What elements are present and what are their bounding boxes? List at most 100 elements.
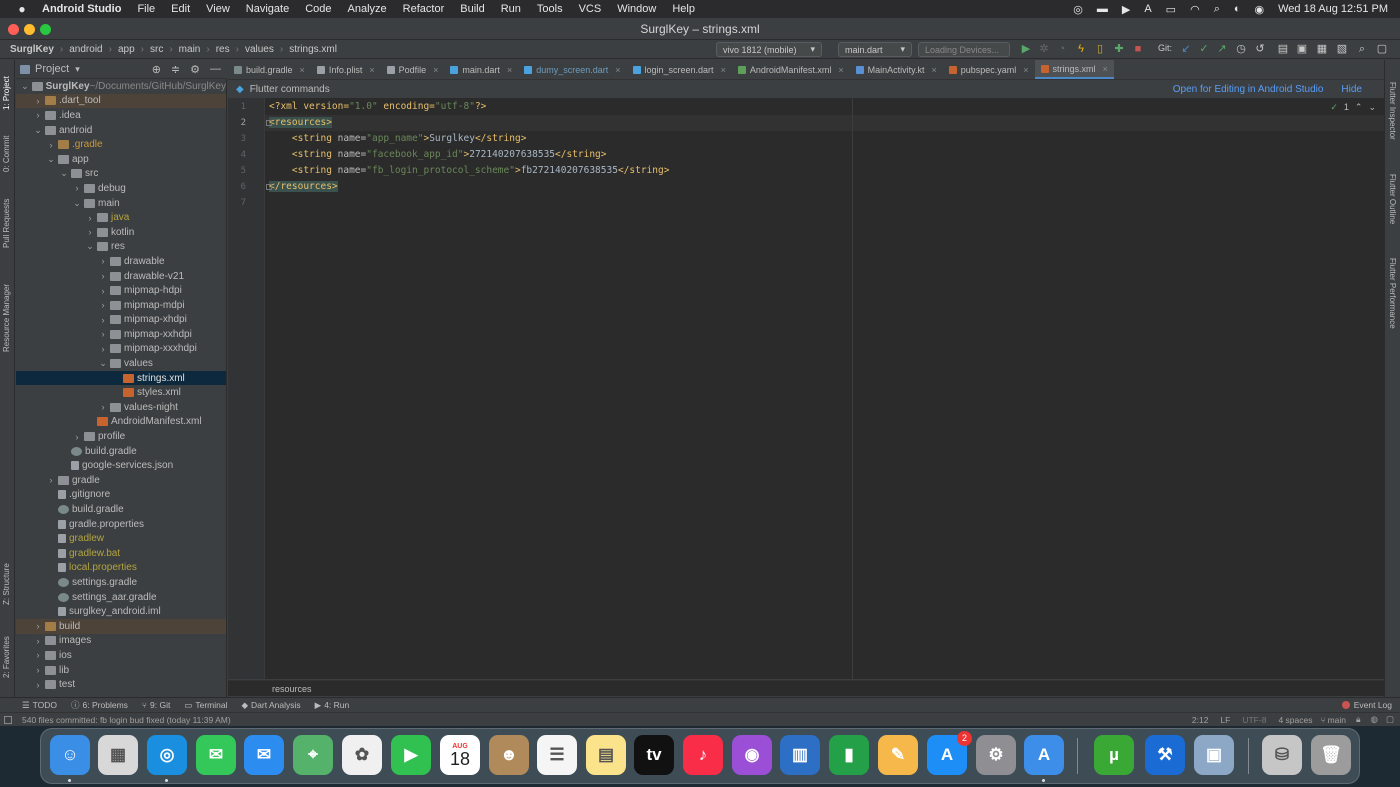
- close-tab-icon[interactable]: ×: [433, 65, 438, 75]
- dock-finder-icon[interactable]: ☺: [50, 735, 90, 775]
- close-tab-icon[interactable]: ×: [838, 65, 843, 75]
- close-tab-icon[interactable]: ×: [721, 65, 726, 75]
- dock-podcasts-icon[interactable]: ◉: [732, 735, 772, 775]
- avd-manager-icon[interactable]: ▦: [1316, 43, 1328, 55]
- editor-tab[interactable]: MainActivity.kt ×: [850, 60, 943, 79]
- editor-tab[interactable]: strings.xml ×: [1034, 60, 1114, 79]
- flutter-inspector-tool-button[interactable]: Flutter Inspector: [1388, 82, 1397, 140]
- tool-window-run[interactable]: ▶ 4: Run: [315, 700, 350, 711]
- tree-item[interactable]: settings_aar.gradle: [16, 590, 226, 605]
- tree-item[interactable]: strings.xml: [16, 370, 226, 386]
- profile-icon[interactable]: ◔: [1056, 43, 1068, 55]
- tool-window-problems[interactable]: ⓘ 6: Problems: [71, 699, 128, 711]
- dock-messages-icon[interactable]: ✉: [196, 735, 236, 775]
- tree-item[interactable]: › build: [16, 618, 226, 634]
- resource-manager-tool-button[interactable]: Resource Manager: [2, 284, 11, 352]
- dock-music-icon[interactable]: ♪: [683, 735, 723, 775]
- fold-icon[interactable]: [266, 120, 272, 126]
- tree-item[interactable]: › mipmap-hdpi: [16, 283, 226, 298]
- line-separator[interactable]: LF: [1220, 715, 1230, 725]
- tree-item[interactable]: build.gradle: [16, 502, 226, 517]
- menu-help[interactable]: Help: [672, 3, 695, 15]
- breadcrumb-item[interactable]: android: [65, 44, 106, 55]
- dock-facetime-icon[interactable]: ▶: [391, 735, 431, 775]
- settings-icon[interactable]: ▢: [1376, 43, 1388, 55]
- tree-item[interactable]: › test: [16, 677, 226, 692]
- menu-window[interactable]: Window: [617, 3, 656, 15]
- tree-item[interactable]: › .idea: [16, 108, 226, 123]
- wifi-icon[interactable]: ◠: [1190, 3, 1200, 16]
- tree-item[interactable]: › lib: [16, 663, 226, 678]
- run-config-selector[interactable]: main.dart ▾: [838, 42, 912, 57]
- hot-reload-icon[interactable]: ϟ: [1075, 43, 1087, 55]
- tool-window-git[interactable]: ⑂ 9: Git: [142, 700, 170, 710]
- devices-status[interactable]: Loading Devices...: [918, 42, 1010, 57]
- spotlight-icon[interactable]: ⌕: [1214, 3, 1220, 16]
- file-encoding[interactable]: UTF-8: [1242, 715, 1266, 725]
- structure-tool-button[interactable]: Z: Structure: [2, 563, 11, 605]
- notification-icon[interactable]: ▬: [1097, 3, 1108, 15]
- apple-icon[interactable]: ●: [14, 2, 30, 16]
- dock-trash-icon[interactable]: 🗑︎: [1311, 735, 1351, 775]
- hide-panel-icon[interactable]: —: [210, 63, 221, 75]
- editor-tab[interactable]: Podfile ×: [381, 60, 445, 79]
- menu-run[interactable]: Run: [501, 3, 521, 15]
- tree-item[interactable]: › mipmap-xhdpi: [16, 313, 226, 328]
- control-center-icon[interactable]: ◐: [1234, 3, 1241, 15]
- clock[interactable]: Wed 18 Aug 12:51 PM: [1278, 3, 1388, 15]
- menu-analyze[interactable]: Analyze: [348, 3, 387, 15]
- tool-window-terminal[interactable]: ▭ Terminal: [184, 700, 227, 711]
- breadcrumb-item[interactable]: app: [114, 44, 139, 55]
- breadcrumb-item[interactable]: res: [212, 44, 234, 55]
- tree-item[interactable]: styles.xml: [16, 385, 226, 400]
- dock-notes-icon[interactable]: ▤: [586, 735, 626, 775]
- menu-navigate[interactable]: Navigate: [246, 3, 289, 15]
- tree-item[interactable]: ⌄ SurglKey ~/Documents/GitHub/SurglKey: [16, 79, 226, 94]
- breadcrumb-item[interactable]: main: [175, 44, 205, 55]
- gear-icon[interactable]: ⚙: [190, 63, 200, 76]
- dock-numbers-icon[interactable]: ▮: [829, 735, 869, 775]
- close-tab-icon[interactable]: ×: [1103, 64, 1108, 74]
- apply-changes-icon[interactable]: ▯: [1094, 43, 1106, 55]
- locate-icon[interactable]: ⊕: [152, 63, 161, 76]
- toggle-tool-windows-icon[interactable]: [4, 715, 12, 724]
- notifications-icon[interactable]: ▢: [1386, 714, 1394, 725]
- tool-window-todo[interactable]: ☰ TODO: [22, 700, 57, 711]
- close-tab-icon[interactable]: ×: [369, 65, 374, 75]
- editor-tab[interactable]: dumy_screen.dart ×: [518, 60, 626, 79]
- breadcrumb-item[interactable]: strings.xml: [285, 44, 341, 55]
- close-window-button[interactable]: [8, 24, 19, 35]
- tree-item[interactable]: ⌄ main: [16, 196, 226, 211]
- dock-android-studio-icon[interactable]: A: [1024, 735, 1064, 775]
- editor-tab[interactable]: main.dart ×: [444, 60, 518, 79]
- dock-launchpad-icon[interactable]: ▦: [98, 735, 138, 775]
- rollback-icon[interactable]: ↺: [1254, 43, 1266, 55]
- lock-icon[interactable]: 🔒︎: [1356, 714, 1361, 725]
- dock-keynote-icon[interactable]: ▥: [780, 735, 820, 775]
- editor-tab[interactable]: login_screen.dart ×: [627, 60, 732, 79]
- minimize-window-button[interactable]: [24, 24, 35, 35]
- favorites-tool-button[interactable]: 2: Favorites: [2, 636, 11, 678]
- tree-item[interactable]: › java: [16, 210, 226, 225]
- tree-item[interactable]: google-services.json: [16, 458, 226, 473]
- dock-disk-utility-icon[interactable]: ⛁: [1262, 735, 1302, 775]
- project-tool-button[interactable]: 1: Project: [2, 76, 11, 110]
- git-commit-icon[interactable]: ✓: [1198, 43, 1210, 55]
- siri-icon[interactable]: ◉: [1255, 3, 1265, 16]
- menu-code[interactable]: Code: [305, 3, 331, 15]
- tree-item[interactable]: › kotlin: [16, 225, 226, 240]
- menu-view[interactable]: View: [206, 3, 230, 15]
- status-message[interactable]: 540 files committed: fb login bud fixed …: [22, 715, 231, 725]
- tree-item[interactable]: build.gradle: [16, 444, 226, 459]
- tree-item[interactable]: ⌄ app: [16, 152, 226, 167]
- dock-xcode-icon[interactable]: ⚒: [1145, 735, 1185, 775]
- commit-tool-button[interactable]: 0: Commit: [2, 136, 11, 172]
- git-push-icon[interactable]: ↗: [1216, 43, 1228, 55]
- play-icon[interactable]: ▶: [1122, 3, 1130, 16]
- tree-item[interactable]: gradle.properties: [16, 517, 226, 532]
- open-in-android-studio-link[interactable]: Open for Editing in Android Studio: [1173, 84, 1324, 95]
- attach-debugger-icon[interactable]: ✚: [1113, 43, 1125, 55]
- git-update-icon[interactable]: ↙: [1180, 43, 1192, 55]
- menu-file[interactable]: File: [137, 3, 155, 15]
- tree-item[interactable]: ⌄ android: [16, 123, 226, 138]
